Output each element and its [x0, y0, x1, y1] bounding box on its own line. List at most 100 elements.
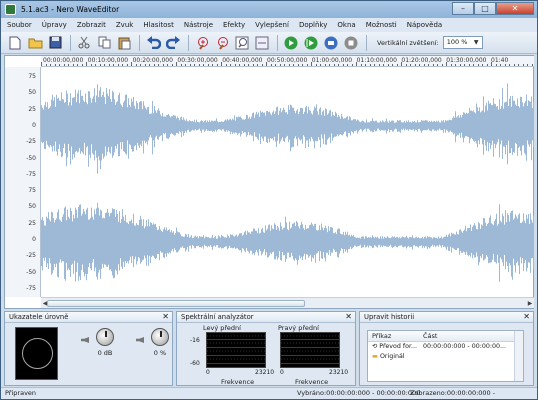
menu-doplnky[interactable]: Doplňky	[299, 21, 327, 29]
amplitude-label: -50	[26, 154, 36, 162]
balance-knob[interactable]	[151, 328, 169, 346]
horizontal-scrollbar[interactable]: ◀ ▶	[41, 297, 534, 308]
ruler-tick	[104, 64, 105, 66]
minimize-button[interactable]: –	[452, 2, 474, 15]
ruler-tick	[126, 64, 128, 66]
menu-zvuk[interactable]: Zvuk	[116, 21, 133, 29]
ruler-tick	[360, 64, 362, 66]
ruler-tick	[522, 64, 524, 66]
new-file-icon[interactable]	[6, 34, 24, 52]
ruler-tick	[378, 64, 380, 66]
ruler-tick	[158, 64, 159, 66]
ruler-tick	[212, 64, 213, 66]
ruler-time-label: 00:00:00,000	[43, 57, 84, 64]
close-icon[interactable]: ✕	[162, 312, 169, 322]
ruler-tick	[441, 64, 443, 66]
maximize-button[interactable]: □	[474, 2, 496, 15]
redo-icon[interactable]	[164, 34, 182, 52]
play-selection-icon[interactable]	[322, 34, 340, 52]
speaker-icon	[81, 337, 89, 343]
ruler-tick	[446, 62, 447, 66]
stop-icon[interactable]	[342, 34, 360, 52]
folder-icon: ▬	[372, 353, 380, 360]
ruler-tick	[77, 64, 78, 66]
undo-icon[interactable]	[144, 34, 162, 52]
waveform-canvas[interactable]	[41, 67, 534, 297]
ruler-tick	[306, 64, 308, 66]
close-button[interactable]: ✕	[496, 2, 534, 15]
zoom-out-icon[interactable]	[213, 34, 231, 52]
menu-moznosti[interactable]: Možnosti	[366, 21, 397, 29]
menu-nastroje[interactable]: Nástroje	[184, 21, 213, 29]
column-command[interactable]: Příkaz	[368, 331, 423, 341]
ruler-tick	[275, 64, 276, 66]
menu-soubor[interactable]: Soubor	[7, 21, 32, 29]
ruler-tick	[185, 64, 186, 66]
ruler-tick	[72, 64, 74, 66]
ruler-tick	[149, 64, 150, 66]
ruler-tick	[153, 64, 155, 66]
play-loop-icon[interactable]	[302, 34, 320, 52]
vertical-zoom-select[interactable]: 100 % ▼	[442, 36, 483, 49]
ruler-time-label: 00:50:00,000	[267, 57, 308, 64]
ruler-tick	[365, 64, 366, 66]
ruler-tick	[162, 64, 164, 66]
amplitude-label: 25	[28, 105, 36, 113]
level-meter-panel: Ukazatele úrovně ✕ 0 dB 0 %	[4, 311, 173, 386]
ruler-tick	[356, 62, 357, 66]
vertical-scrollbar[interactable]	[514, 331, 523, 381]
left-channel-label: Levý přední	[203, 324, 241, 332]
amplitude-label: 75	[28, 187, 36, 194]
toolbar-separator	[366, 34, 367, 51]
play-icon[interactable]	[282, 34, 300, 52]
zoom-selection-icon[interactable]	[233, 34, 251, 52]
volume-knob[interactable]	[96, 328, 114, 346]
close-icon[interactable]: ✕	[523, 312, 530, 322]
right-x-min-label: 0	[280, 369, 284, 376]
waveform-channel	[41, 83, 534, 174]
paste-icon[interactable]	[115, 34, 133, 52]
ruler-tick	[144, 64, 146, 66]
title-bar[interactable]: 5.1.ac3 - Nero WaveEditor – □ ✕	[1, 1, 537, 18]
table-row[interactable]: ⟲ Převod for... 00:00:00:000 - 00:00:00.…	[368, 342, 523, 352]
ruler-tick	[243, 64, 245, 66]
menu-okna[interactable]: Okna	[337, 21, 355, 29]
menu-napoveda[interactable]: Nápověda	[407, 21, 442, 29]
waveform-plot[interactable]	[41, 67, 534, 297]
save-icon[interactable]	[46, 34, 64, 52]
waveform-view[interactable]: 00:00:00,000 00:10:00,000 00:20:00,000 00:3…	[4, 55, 534, 309]
menu-hlasitost[interactable]: Hlasitost	[143, 21, 174, 29]
zoom-in-icon[interactable]	[193, 34, 211, 52]
ruler-tick	[464, 64, 465, 66]
ruler-tick	[293, 64, 294, 66]
cut-icon[interactable]	[75, 34, 93, 52]
ruler-tick	[324, 64, 326, 66]
scroll-right-arrow[interactable]: ▶	[526, 299, 534, 308]
ruler-tick	[455, 64, 456, 66]
menu-vylepseni[interactable]: Vylepšení	[255, 21, 289, 29]
menu-zobrazit[interactable]: Zobrazit	[77, 21, 106, 29]
ruler-tick	[279, 64, 281, 66]
zoom-fit-icon[interactable]	[253, 34, 271, 52]
ruler-tick	[45, 64, 47, 66]
ruler-tick	[252, 64, 254, 66]
ruler-time-label: 01:00:00,000	[311, 57, 353, 64]
ruler-tick	[468, 64, 470, 66]
left-frequency-label: Frekvence	[221, 378, 255, 386]
close-icon[interactable]: ✕	[345, 312, 352, 322]
menu-upravy[interactable]: Úpravy	[42, 21, 67, 29]
scrollbar-thumb[interactable]	[47, 300, 305, 307]
right-spectrum-display	[280, 332, 340, 368]
time-ruler[interactable]: 00:00:00,000 00:10:00,000 00:20:00,000 00:3…	[41, 56, 534, 67]
ruler-tick	[401, 62, 402, 66]
column-part[interactable]: Část	[423, 331, 523, 341]
table-row[interactable]: ▬ Originál	[368, 352, 523, 362]
ruler-time-label: 00:10:00,000	[87, 57, 129, 64]
ruler-tick	[423, 64, 425, 66]
copy-icon[interactable]	[95, 34, 113, 52]
ruler-tick	[320, 64, 321, 66]
level-meter-ring	[22, 338, 53, 369]
open-folder-icon[interactable]	[26, 34, 44, 52]
menu-efekty[interactable]: Efekty	[223, 21, 245, 29]
ruler-tick	[432, 64, 434, 66]
